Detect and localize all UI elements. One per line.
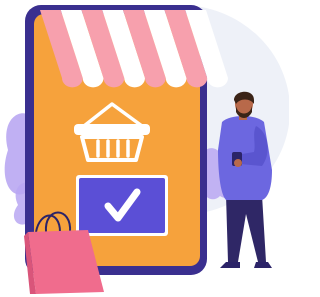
shop-awning [40, 10, 228, 88]
man-shoe-left [220, 262, 240, 268]
man-shoe-right [254, 262, 272, 268]
checkout-card [76, 175, 168, 236]
man-pants [226, 195, 266, 262]
illustration-canvas [4, 5, 289, 294]
mobile-shopping-illustration [0, 0, 289, 297]
